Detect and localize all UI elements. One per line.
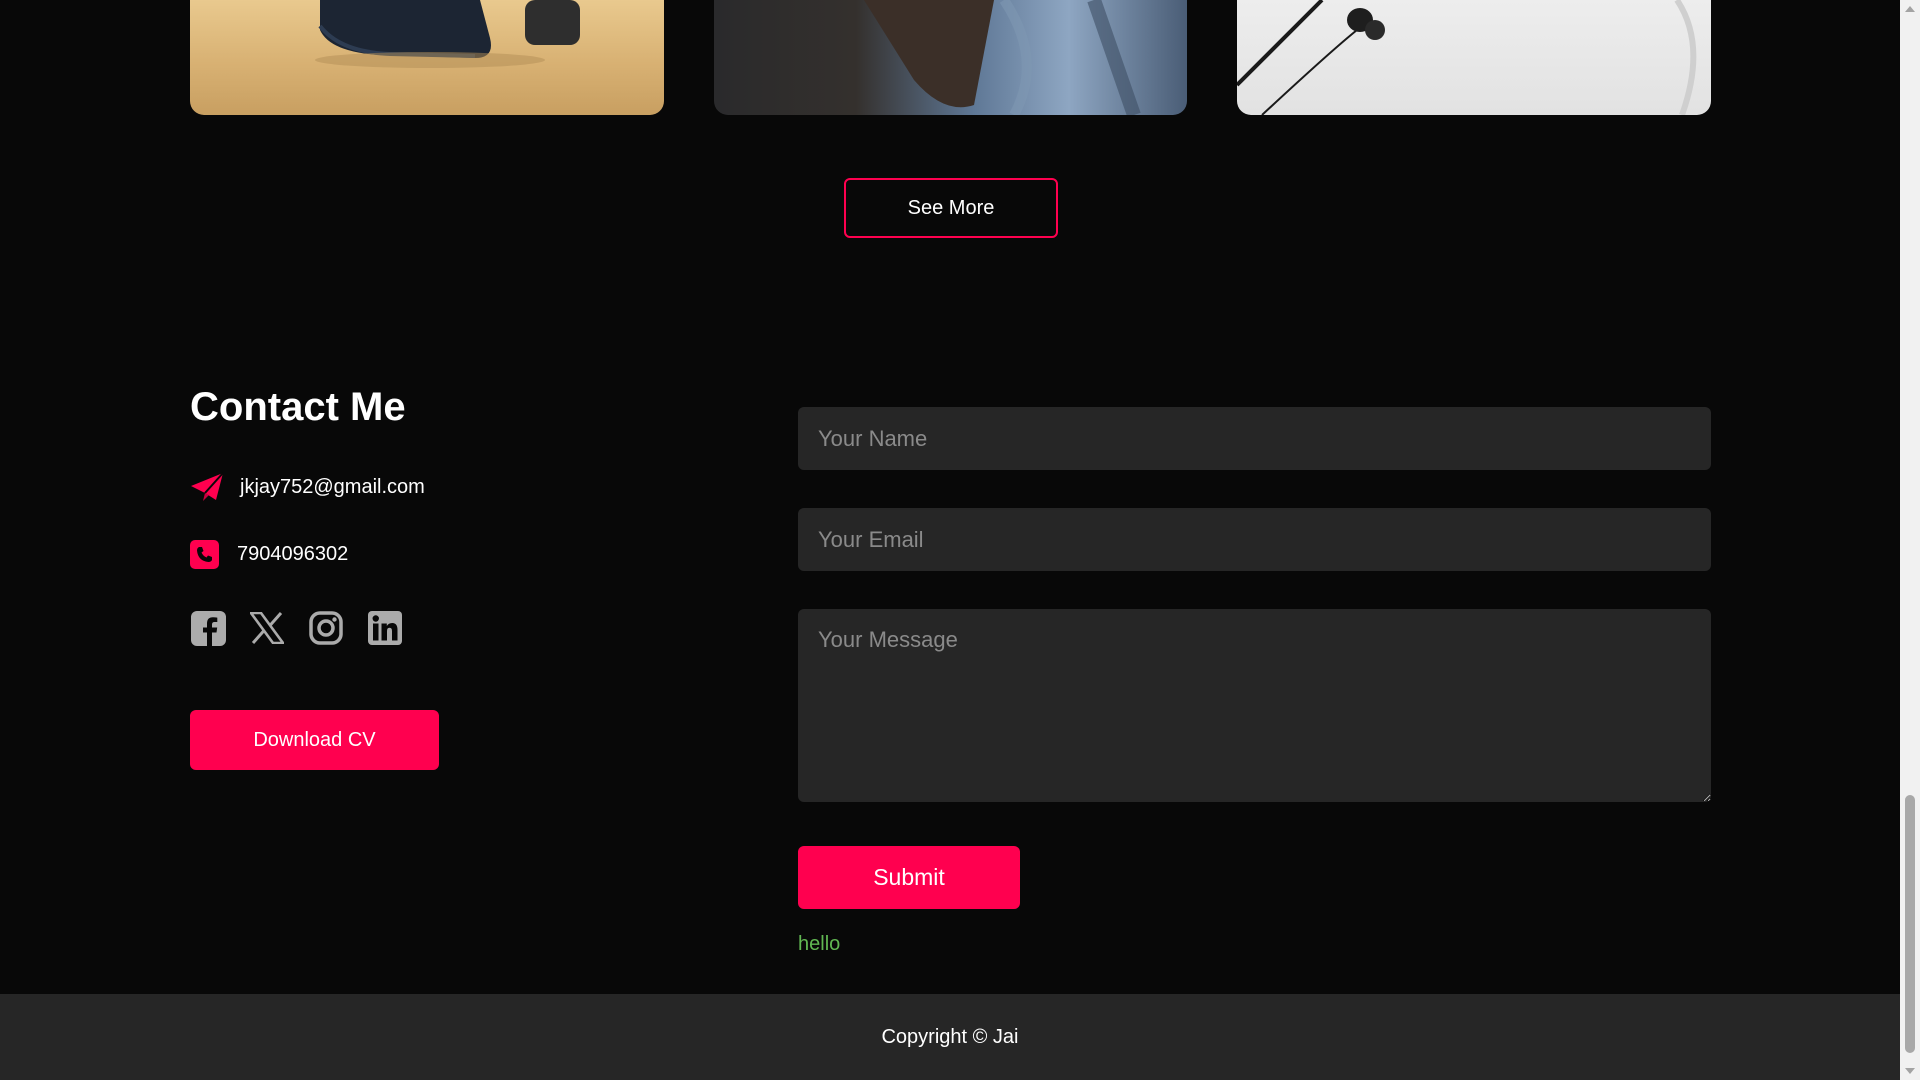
submit-button[interactable]: Submit — [798, 846, 1020, 909]
scroll-up-arrow-icon[interactable] — [1900, 0, 1920, 17]
work-card-1-image — [315, 0, 580, 68]
message-textarea[interactable] — [798, 609, 1711, 802]
page: See More Contact Me jkjay752@gmail.com 7… — [0, 0, 1920, 1080]
scrollbar-thumb[interactable] — [1905, 795, 1915, 1053]
form-status-message: hello — [798, 933, 841, 955]
facebook-icon[interactable] — [190, 610, 226, 646]
work-card-2-image — [864, 0, 1141, 115]
name-input[interactable] — [798, 407, 1711, 470]
phone-icon — [190, 540, 219, 569]
paper-plane-icon — [190, 470, 224, 504]
download-cv-button[interactable]: Download CV — [190, 710, 439, 770]
social-links — [190, 610, 426, 646]
copyright-text: Copyright © Jai — [881, 1025, 1019, 1048]
x-twitter-icon[interactable] — [249, 610, 285, 646]
work-card-3-image — [1237, 0, 1697, 115]
viewport: See More Contact Me jkjay752@gmail.com 7… — [0, 0, 1900, 1080]
contact-email[interactable]: jkjay752@gmail.com — [240, 476, 425, 499]
email-input[interactable] — [798, 508, 1711, 571]
scroll-down-arrow-icon[interactable] — [1900, 1063, 1920, 1080]
linkedin-icon[interactable] — [367, 610, 403, 646]
instagram-icon[interactable] — [308, 610, 344, 646]
page-scrollbar[interactable] — [1900, 0, 1920, 1080]
see-more-button[interactable]: See More — [844, 178, 1058, 238]
work-card-3[interactable] — [1237, 0, 1711, 115]
contact-title: Contact Me — [190, 385, 406, 429]
work-card-2[interactable] — [714, 0, 1187, 115]
contact-phone: 7904096302 — [237, 543, 349, 565]
contact-email-row: jkjay752@gmail.com — [190, 470, 425, 504]
footer: Copyright © Jai — [0, 994, 1900, 1080]
contact-phone-row: 7904096302 — [190, 540, 348, 569]
work-card-1[interactable] — [190, 0, 664, 115]
